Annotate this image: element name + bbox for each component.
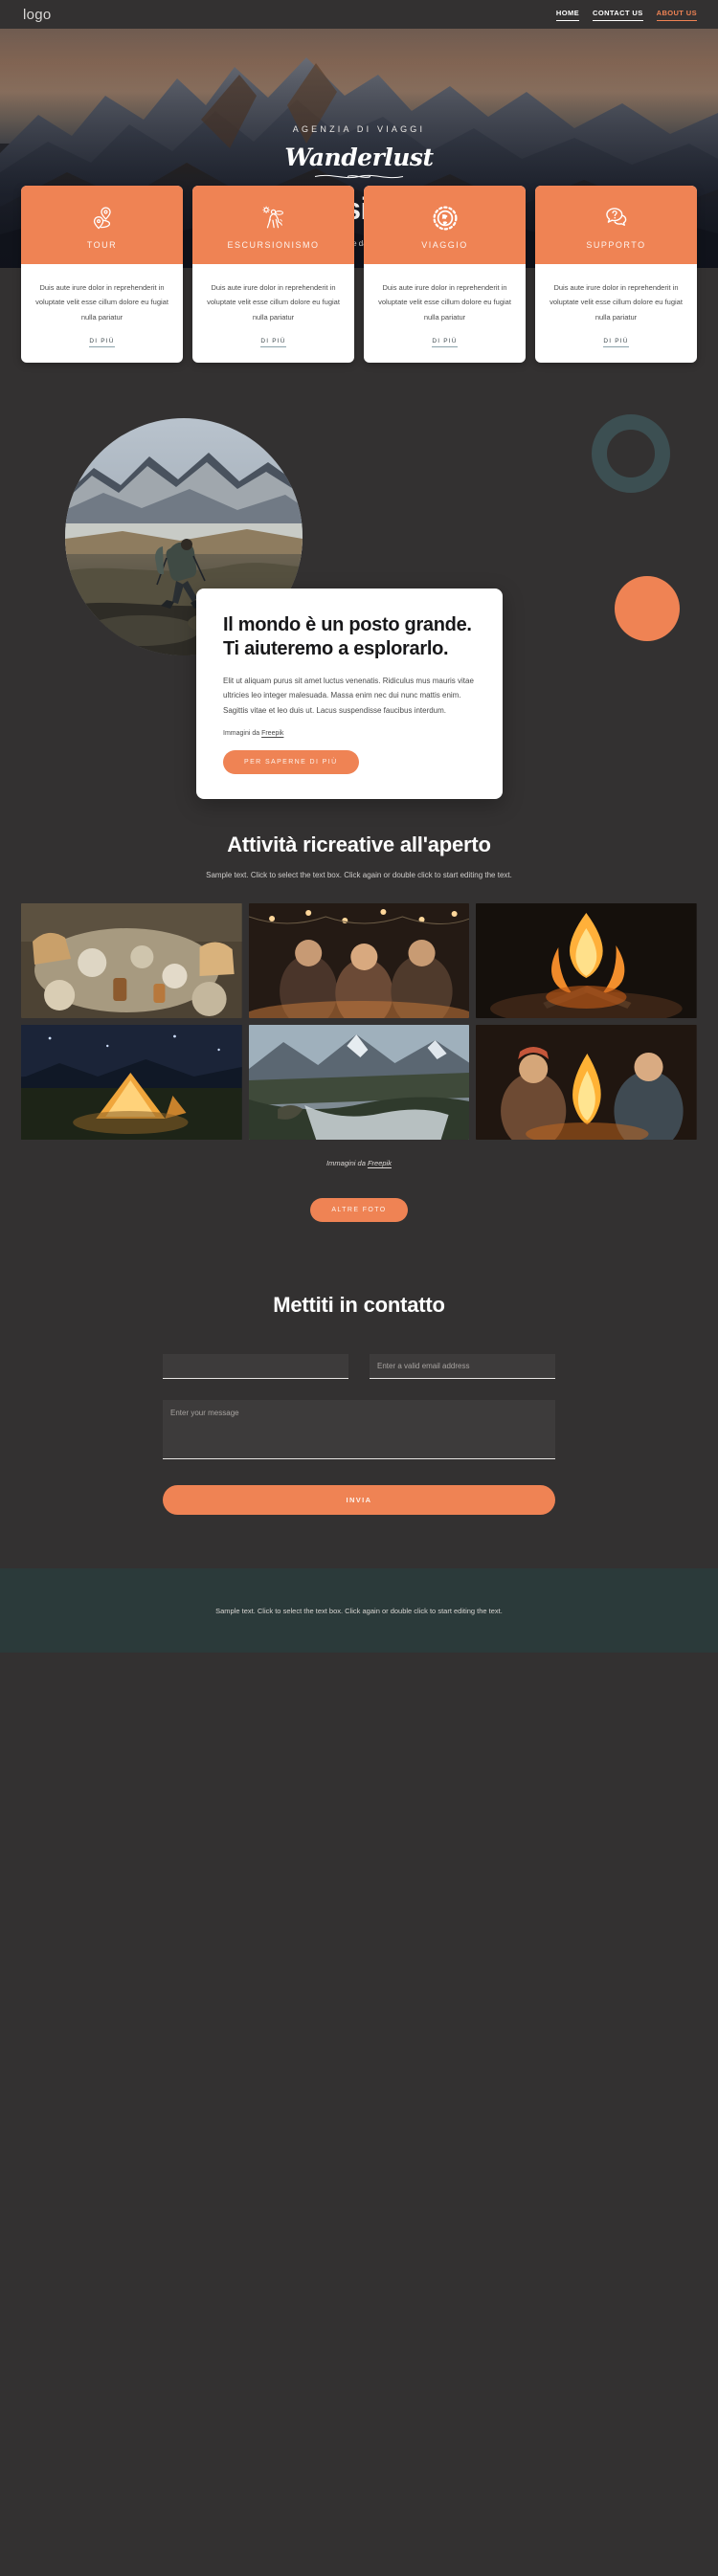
couple-fire-photo [476,1025,697,1141]
more-photos-button[interactable]: ALTRE FOTO [310,1198,408,1223]
gallery-credit-link[interactable]: Freepik [368,1159,392,1167]
card-header: TOUR [21,186,183,264]
hero-eyebrow: AGENZIA DI VIAGGI [292,124,426,134]
gallery-item-mountain-river-photo[interactable] [248,1025,470,1141]
card-read-more-link[interactable]: DI PIÙ [260,338,286,348]
gallery-item-couple-fire-photo[interactable] [476,1025,697,1141]
photo-grid [0,903,718,1141]
learn-more-button[interactable]: PER SAPERNE DI PIÙ [223,750,359,775]
card-title: SUPPORTO [586,239,646,250]
card-title: VIAGGIO [421,239,468,250]
card-header: SUPPORTO [535,186,697,264]
card-read-more-link[interactable]: DI PIÙ [432,338,458,348]
contact-title: Mettiti in contatto [273,1293,445,1318]
main-nav: HOME CONTACT US ABOUT US [555,9,697,21]
site-header: logo HOME CONTACT US ABOUT US [0,0,718,29]
campfire-photo [476,903,697,1019]
hero-brand-script: Wanderlust [284,144,434,171]
service-card-viaggio[interactable]: VIAGGIO Duis aute irure dolor in reprehe… [364,186,526,364]
gallery-image-credit: Immagini da Freepik [0,1159,718,1167]
map-pins-icon [93,206,111,229]
decorative-circle [615,576,680,642]
friends-night-photo [248,903,470,1019]
footer-text: Sample text. Click to select the text bo… [215,1607,503,1616]
card-text: Duis aute irure dolor in reprehenderit i… [550,283,683,322]
gallery-credit-prefix: Immagini da [326,1159,368,1168]
service-card-escursionismo[interactable]: ESCURSIONISMO Duis aute irure dolor in r… [192,186,354,364]
nav-item-home[interactable]: HOME [555,9,580,21]
name-input[interactable] [163,1354,348,1380]
contact-section: Mettiti in contatto INVIA [0,1293,718,1568]
card-title: ESCURSIONISMO [227,239,320,250]
feature-credit-link[interactable]: Freepik [261,730,283,737]
feature-image-credit: Immagini da Freepik [223,730,476,737]
card-body: Duis aute irure dolor in reprehenderit i… [21,264,183,363]
submit-button[interactable]: INVIA [163,1485,555,1516]
card-text: Duis aute irure dolor in reprehenderit i… [35,283,168,322]
mountain-river-photo [248,1025,470,1141]
gallery-item-picnic-photo[interactable] [21,903,242,1019]
service-cards: TOUR Duis aute irure dolor in reprehende… [0,186,718,364]
card-body: Duis aute irure dolor in reprehenderit i… [364,264,526,363]
email-input[interactable] [370,1354,555,1380]
message-textarea[interactable] [163,1400,555,1460]
gallery-title: Attività ricreative all'aperto [227,833,491,857]
site-footer: Sample text. Click to select the text bo… [0,1568,718,1653]
flourish-ornament-icon [314,174,404,179]
decorative-ring [592,414,670,494]
feature-card: Il mondo è un posto grande. Ti aiuteremo… [196,588,503,800]
hiker-icon [261,205,283,228]
service-card-supporto[interactable]: SUPPORTO Duis aute irure dolor in repreh… [535,186,697,364]
card-title: TOUR [86,239,118,250]
service-card-tour[interactable]: TOUR Duis aute irure dolor in reprehende… [21,186,183,364]
page-root: logo HOME CONTACT US ABOUT US AGENZIA DI… [0,0,718,1653]
gallery-item-tent-night-photo[interactable] [21,1025,242,1141]
form-row [163,1354,555,1380]
card-header: VIAGGIO [364,186,526,264]
gallery-subtitle: Sample text. Click to select the text bo… [206,871,512,880]
nav-item-contact-us[interactable]: CONTACT US [593,9,643,21]
logo[interactable]: logo [23,7,52,23]
gallery-button-row: ALTRE FOTO [0,1185,718,1223]
card-body: Duis aute irure dolor in reprehenderit i… [535,264,697,363]
gallery-item-friends-night-photo[interactable] [248,903,470,1019]
card-read-more-link[interactable]: DI PIÙ [603,338,629,348]
picnic-photo [21,903,242,1019]
gallery-item-campfire-photo[interactable] [476,903,697,1019]
card-body: Duis aute irure dolor in reprehenderit i… [192,264,354,363]
card-text: Duis aute irure dolor in reprehenderit i… [207,283,340,322]
feature-title: Il mondo è un posto grande. Ti aiuteremo… [223,614,472,660]
contact-form: INVIA [163,1354,555,1516]
tent-night-photo [21,1025,242,1141]
card-header: ESCURSIONISMO [192,186,354,264]
feature-section: Il mondo è un posto grande. Ti aiuteremo… [0,397,718,823]
card-text: Duis aute irure dolor in reprehenderit i… [378,283,511,322]
chat-question-icon [605,207,626,226]
nav-item-about-us[interactable]: ABOUT US [656,9,697,21]
gallery-section: Attività ricreative all'aperto Sample te… [0,823,718,1223]
feature-credit-prefix: Immagini da [223,730,262,738]
feature-text: Elit ut aliquam purus sit amet luctus ve… [223,676,474,715]
card-read-more-link[interactable]: DI PIÙ [89,338,115,348]
globe-icon [432,205,458,231]
